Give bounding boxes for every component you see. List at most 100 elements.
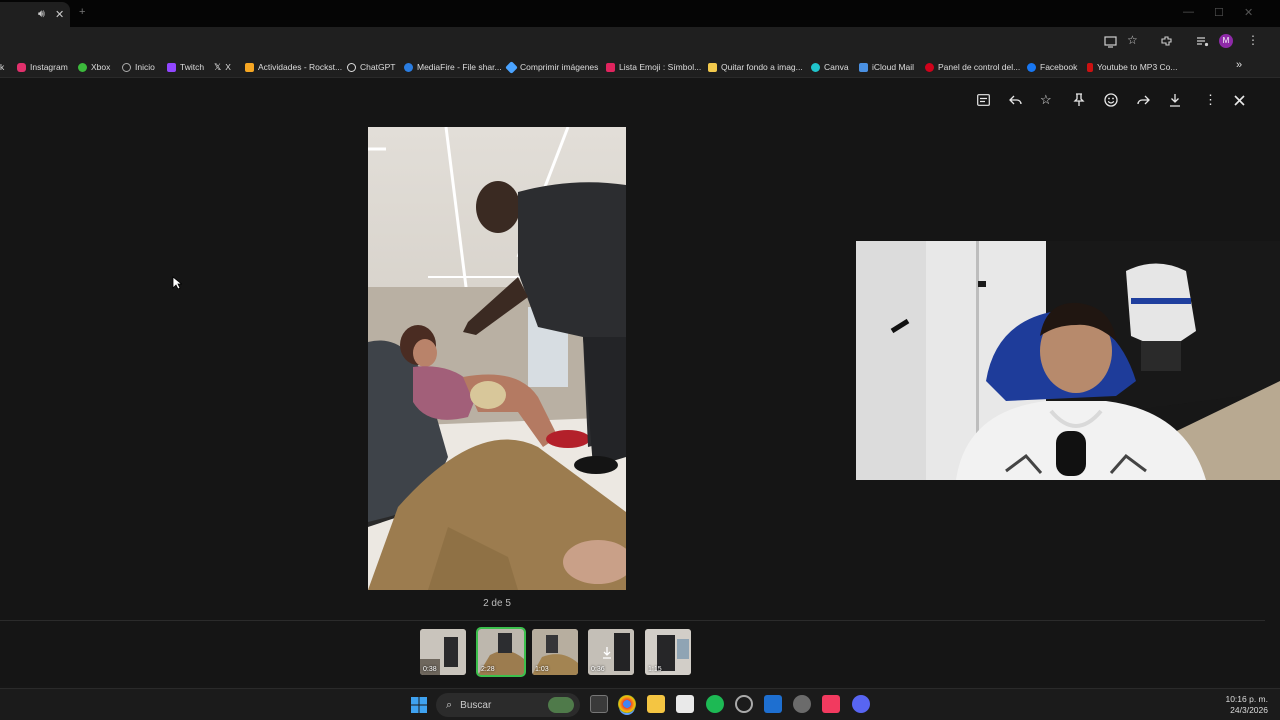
webcam-overlay <box>856 241 1280 480</box>
more-bookmarks-button[interactable]: » <box>1236 58 1242 72</box>
mediafire-icon <box>404 62 413 72</box>
browser-menu-icon[interactable]: ⋮ <box>1247 33 1259 47</box>
bookmark-item[interactable]: Inicio <box>122 60 155 74</box>
windows-start-icon[interactable] <box>411 697 427 713</box>
media-counter: 2 de 5 <box>483 598 511 609</box>
emoji-icon[interactable] <box>1104 93 1118 107</box>
facebook-icon <box>1027 62 1036 72</box>
media-control-icon[interactable] <box>1196 35 1209 48</box>
bookmark-item[interactable]: Comprimir imágenes <box>505 60 599 74</box>
bookmark-label: X <box>225 62 231 72</box>
discord-icon[interactable] <box>852 695 870 713</box>
thumbnail[interactable]: 1:15 <box>645 629 691 675</box>
thumbnail-duration: 0:36 <box>591 666 605 673</box>
minimize-icon[interactable]: — <box>1183 6 1194 18</box>
bookmark-item[interactable]: Actividades - Rockst... <box>245 60 342 74</box>
download-icon[interactable] <box>1169 93 1181 107</box>
chrome-icon[interactable] <box>618 695 636 713</box>
emoji-list-icon <box>606 62 615 72</box>
bookmark-label: Inicio <box>135 62 155 72</box>
bookmark-label: iCloud Mail <box>872 62 915 72</box>
bookmark-item[interactable]: Xbox <box>78 60 110 74</box>
bookmark-label: Lista Emoji : Símbol... <box>619 62 702 72</box>
compress-icon <box>505 60 518 74</box>
bookmark-item[interactable]: Twitch <box>167 60 204 74</box>
bookmark-label: Canva <box>824 62 849 72</box>
close-icon[interactable] <box>1234 95 1245 106</box>
extensions-icon[interactable] <box>1160 35 1173 48</box>
apple-music-icon[interactable] <box>822 695 840 713</box>
thumbnail-strip: 0:38 2:28 1:03 0:36 1:15 <box>0 620 1265 686</box>
inicio-icon <box>122 62 131 72</box>
bookmark-item[interactable]: Quitar fondo a imag... <box>708 60 803 74</box>
mouse-cursor-icon <box>172 276 182 290</box>
profile-avatar[interactable]: M <box>1219 34 1233 48</box>
bookmark-label: Xbox <box>91 62 111 72</box>
star-icon[interactable]: ☆ <box>1040 92 1052 108</box>
bookmark-item[interactable]: k <box>0 60 4 74</box>
bookmark-item[interactable]: Canva <box>811 60 849 74</box>
tab-strip: 🔊︎ ✕ + — ☐ ✕ <box>0 0 1280 27</box>
bookmark-item[interactable]: Youtube to MP3 Co... <box>1087 60 1178 74</box>
bookmark-label: k <box>0 62 5 72</box>
x-logo-icon: 𝕏 <box>214 61 222 72</box>
bookmark-item[interactable]: Instagram <box>17 60 68 74</box>
icloud-icon <box>859 62 868 72</box>
reply-icon[interactable] <box>1009 94 1022 106</box>
taskbar-search[interactable]: ⌕ Buscar <box>436 693 580 717</box>
store-icon[interactable] <box>676 695 694 713</box>
thumbnail[interactable]: 0:38 <box>420 629 466 675</box>
pin-icon[interactable] <box>1073 93 1085 107</box>
bookmark-item[interactable]: Panel de control del... <box>925 60 1020 74</box>
bookmark-item[interactable]: MediaFire - File shar... <box>404 60 502 74</box>
thumbnail[interactable]: 1:03 <box>532 629 578 675</box>
maximize-icon[interactable]: ☐ <box>1214 6 1224 19</box>
main-video-frame[interactable] <box>368 127 626 590</box>
bookmark-label: ChatGPT <box>360 62 396 72</box>
bookmark-item[interactable]: iCloud Mail <box>859 60 914 74</box>
bookmark-item[interactable]: Lista Emoji : Símbol... <box>606 60 701 74</box>
system-clock[interactable]: 10:16 p. m. 24/3/2026 <box>1225 694 1268 716</box>
bookmark-label: Youtube to MP3 Co... <box>1097 62 1178 72</box>
speaker-icon[interactable]: 🔊︎ <box>38 8 45 21</box>
tab-close-icon[interactable]: ✕ <box>55 8 64 21</box>
caption-icon[interactable] <box>977 94 990 106</box>
clock-date: 24/3/2026 <box>1230 705 1268 715</box>
browser-toolbar: ☆ M ⋮ <box>0 27 1280 56</box>
xbox-icon <box>78 62 87 72</box>
instagram-icon <box>17 62 26 72</box>
bookmark-label: Panel de control del... <box>938 62 1021 72</box>
window-close-icon[interactable]: ✕ <box>1244 6 1253 19</box>
thumbnail-selected[interactable]: 2:28 <box>476 627 526 677</box>
photos-icon[interactable] <box>764 695 782 713</box>
app-notification-icon[interactable] <box>735 695 753 713</box>
search-highlight-icon <box>548 697 574 713</box>
new-tab-button[interactable]: + <box>79 6 85 18</box>
search-placeholder: Buscar <box>460 699 492 711</box>
webcam-image <box>856 241 1280 480</box>
thumbnail-duration: 0:38 <box>423 666 437 673</box>
bookmark-label: Facebook <box>1040 62 1078 72</box>
bookmark-label: Comprimir imágenes <box>520 62 599 72</box>
rockstar-icon <box>245 62 254 72</box>
forward-icon[interactable] <box>1136 94 1150 106</box>
task-view-icon[interactable] <box>590 695 608 713</box>
bookmark-item[interactable]: 𝕏X <box>214 60 231 74</box>
settings-icon[interactable] <box>793 695 811 713</box>
file-explorer-icon[interactable] <box>647 695 665 713</box>
bookmark-star-icon[interactable]: ☆ <box>1127 33 1138 47</box>
install-app-icon[interactable] <box>1104 35 1117 48</box>
spotify-icon[interactable] <box>706 695 724 713</box>
search-icon: ⌕ <box>446 698 453 711</box>
thumbnail-duration: 2:28 <box>481 666 495 673</box>
bookmark-item[interactable]: Facebook <box>1027 60 1077 74</box>
windows-taskbar: ⌕ Buscar 10:16 p. m. 24/3/2026 <box>0 688 1280 720</box>
bookmark-label: MediaFire - File shar... <box>417 62 502 72</box>
bookmark-item[interactable]: ChatGPT <box>347 60 395 74</box>
bookmark-label: Instagram <box>30 62 68 72</box>
browser-tab[interactable]: 🔊︎ ✕ <box>0 2 70 27</box>
thumbnail-duration: 1:03 <box>535 666 549 673</box>
thumbnail[interactable]: 0:36 <box>588 629 634 675</box>
more-icon[interactable]: ⋮ <box>1204 92 1217 108</box>
bookmarks-bar: k Instagram Xbox Inicio Twitch 𝕏X Activi… <box>0 56 1280 78</box>
